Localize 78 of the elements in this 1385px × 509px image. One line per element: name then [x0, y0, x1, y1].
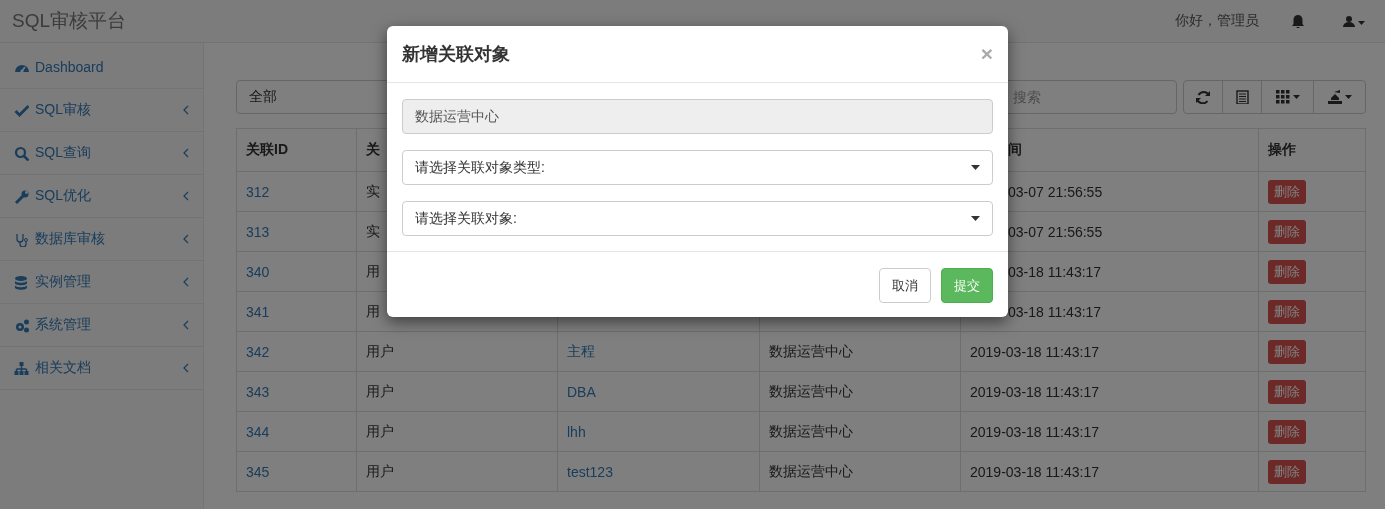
sitemap-icon [14, 360, 29, 376]
column-header: 关联ID [236, 128, 357, 172]
sidebar-item[interactable]: SQL审核 [0, 89, 203, 132]
table-cell: 用户 [356, 411, 558, 452]
table-cell[interactable]: 344 [236, 411, 357, 452]
chevron-left-icon [183, 105, 189, 115]
table-cell[interactable]: 340 [236, 251, 357, 292]
close-button[interactable]: × [980, 42, 993, 66]
export-menu-button[interactable] [1313, 80, 1366, 114]
select-field[interactable]: 请选择关联对象: [402, 201, 993, 236]
sidebar-item[interactable]: Dashboard [0, 46, 203, 89]
refresh-icon [1195, 90, 1211, 104]
search-icon [14, 145, 29, 161]
table-cell: 2019-03-18 11:43:17 [960, 331, 1259, 372]
delete-button[interactable]: 删除 [1268, 219, 1306, 244]
caret-icon [1292, 95, 1300, 99]
chevron-left-icon [183, 234, 189, 244]
delete-button[interactable]: 删除 [1268, 179, 1306, 204]
grid-icon [1275, 90, 1290, 104]
column-header: 操作 [1258, 128, 1366, 172]
table-cell: 用户 [356, 371, 558, 412]
delete-button[interactable]: 删除 [1268, 419, 1306, 444]
check-icon [14, 102, 29, 118]
chevron-left-icon [183, 320, 189, 330]
delete-button[interactable]: 删除 [1268, 339, 1306, 364]
chevron-left-icon [183, 277, 189, 287]
table-cell[interactable]: 313 [236, 211, 357, 252]
export-icon [1327, 90, 1342, 104]
cancel-button[interactable]: 取消 [879, 268, 931, 303]
dialog-title: 新增关联对象 [402, 43, 510, 66]
submit-button[interactable]: 提交 [941, 268, 993, 303]
table-cell: 用户 [356, 451, 558, 492]
caret-icon [971, 216, 980, 221]
table-cell: 用户 [356, 331, 558, 372]
table-cell: 2019-03-18 11:43:17 [960, 411, 1259, 452]
cogs-icon [14, 317, 29, 333]
table-cell: 数据运营中心 [759, 451, 961, 492]
table-cell: 2019-03-18 11:43:17 [960, 451, 1259, 492]
delete-button[interactable]: 删除 [1268, 459, 1306, 484]
table-cell[interactable]: 主程 [557, 331, 760, 372]
caret-icon [971, 165, 980, 170]
table-cell[interactable]: 342 [236, 331, 357, 372]
select-field[interactable]: 请选择关联对象类型: [402, 150, 993, 185]
refresh-button[interactable] [1183, 80, 1223, 114]
columns-menu-button[interactable] [1261, 80, 1314, 114]
sidebar-item[interactable]: SQL查询 [0, 132, 203, 175]
table-cell: 数据运营中心 [759, 411, 961, 452]
sidebar-item[interactable]: 相关文档 [0, 347, 203, 390]
readonly-field: 数据运营中心 [402, 99, 993, 134]
delete-button[interactable]: 删除 [1268, 299, 1306, 324]
bell-icon[interactable] [1291, 14, 1305, 28]
stethoscope-icon [14, 231, 29, 247]
table-cell: 数据运营中心 [759, 331, 961, 372]
sidebar-item[interactable]: SQL优化 [0, 175, 203, 218]
table-cell[interactable]: 312 [236, 171, 357, 212]
table-cell: 2019-03-18 11:43:17 [960, 371, 1259, 412]
table-cell[interactable]: test123 [557, 451, 760, 492]
sidebar-item[interactable]: 实例管理 [0, 261, 203, 304]
table-cell[interactable]: 343 [236, 371, 357, 412]
chevron-left-icon [183, 363, 189, 373]
table-cell[interactable]: 345 [236, 451, 357, 492]
table-cell[interactable]: DBA [557, 371, 760, 412]
sidebar-item[interactable]: 数据库审核 [0, 218, 203, 261]
chevron-left-icon [183, 148, 189, 158]
list-icon [1235, 90, 1249, 104]
caret-icon [1344, 95, 1352, 99]
delete-button[interactable]: 删除 [1268, 259, 1306, 284]
user-menu-icon[interactable] [1343, 15, 1365, 27]
greeting-text: 你好，管理员 [1175, 12, 1259, 30]
chevron-left-icon [183, 191, 189, 201]
table-cell: 数据运营中心 [759, 371, 961, 412]
table-cell[interactable]: 341 [236, 291, 357, 332]
wrench-icon [14, 188, 29, 204]
table-cell[interactable]: lhh [557, 411, 760, 452]
sidebar-item[interactable]: 系统管理 [0, 304, 203, 347]
delete-button[interactable]: 删除 [1268, 379, 1306, 404]
columns-toggle-button[interactable] [1222, 80, 1262, 114]
database-icon [14, 274, 29, 290]
